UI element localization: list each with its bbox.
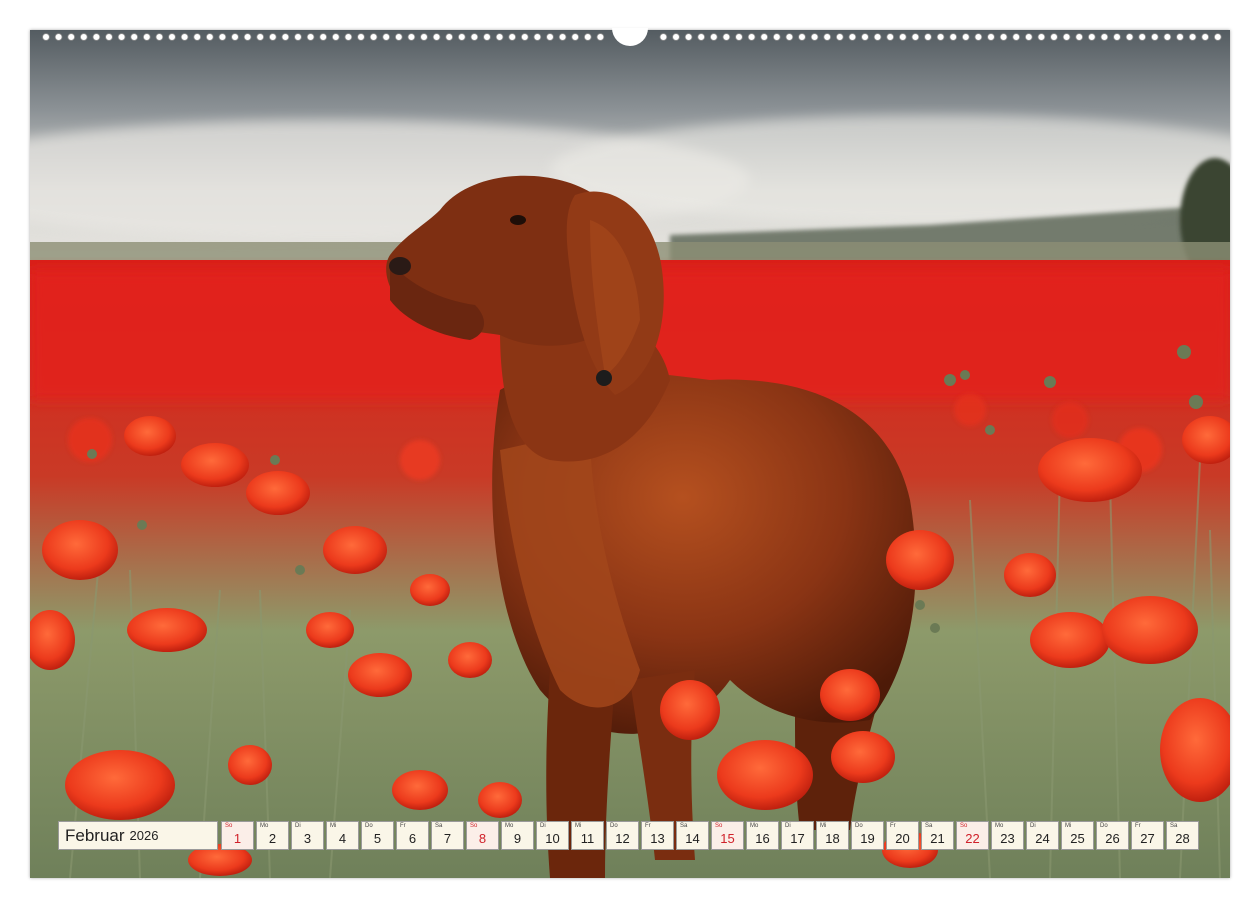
day-cell: Sa 14 (676, 821, 709, 850)
day-number: 14 (685, 831, 700, 846)
day-of-week: Di (295, 823, 301, 829)
day-number: 8 (478, 831, 487, 846)
day-cell: Do 5 (361, 821, 394, 850)
day-of-week: So (470, 823, 478, 829)
day-of-week: So (715, 823, 723, 829)
day-number: 26 (1105, 831, 1120, 846)
day-of-week: Fr (1135, 823, 1141, 829)
day-number: 24 (1035, 831, 1050, 846)
day-number: 17 (790, 831, 805, 846)
day-of-week: Mo (505, 823, 514, 829)
day-number: 21 (930, 831, 945, 846)
day-of-week: Fr (645, 823, 651, 829)
day-number: 18 (825, 831, 840, 846)
day-cell: Mo 16 (746, 821, 779, 850)
day-cell: Fr 6 (396, 821, 429, 850)
day-of-week: So (960, 823, 968, 829)
month-name: Februar (65, 825, 125, 845)
day-cell: So 8 (466, 821, 499, 850)
day-cell: Mi 4 (326, 821, 359, 850)
day-of-week: Do (855, 823, 863, 829)
day-cell: So 22 (956, 821, 989, 850)
day-number: 25 (1070, 831, 1085, 846)
day-cell: Mi 11 (571, 821, 604, 850)
day-of-week: Di (540, 823, 546, 829)
day-number: 22 (965, 831, 980, 846)
day-number: 6 (408, 831, 417, 846)
day-number: 7 (443, 831, 452, 846)
day-of-week: Mi (820, 823, 827, 829)
day-number: 16 (755, 831, 770, 846)
day-of-week: Mo (750, 823, 759, 829)
day-of-week: So (225, 823, 233, 829)
day-cell: Mi 25 (1061, 821, 1094, 850)
day-cell: Do 26 (1096, 821, 1129, 850)
day-number: 9 (513, 831, 522, 846)
calendar-photo (30, 30, 1230, 878)
day-of-week: Do (365, 823, 373, 829)
day-of-week: Di (1030, 823, 1036, 829)
day-number: 10 (545, 831, 560, 846)
day-cell: Di 10 (536, 821, 569, 850)
day-cell: Do 12 (606, 821, 639, 850)
day-of-week: Do (1100, 823, 1108, 829)
month-year: 2026 (129, 828, 159, 843)
day-of-week: Mo (995, 823, 1004, 829)
day-cell: Di 3 (291, 821, 324, 850)
day-of-week: Di (785, 823, 791, 829)
day-number: 15 (720, 831, 735, 846)
day-of-week: Do (610, 823, 618, 829)
day-of-week: Mi (575, 823, 582, 829)
day-cell: Sa 21 (921, 821, 954, 850)
day-cell: Do 19 (851, 821, 884, 850)
day-number: 12 (615, 831, 630, 846)
day-of-week: Mi (330, 823, 337, 829)
day-number: 5 (373, 831, 382, 846)
day-cell: Fr 13 (641, 821, 674, 850)
day-of-week: Fr (400, 823, 406, 829)
day-cells: So 1 Mo 2 Di 3 Mi 4 Do 5 Fr 6 Sa 7 So 8 Mo 9 Di 10 Mi 11 Do 12 F… (221, 821, 1199, 850)
day-cell: Mi 18 (816, 821, 849, 850)
day-of-week: Mi (1065, 823, 1072, 829)
day-number: 27 (1140, 831, 1155, 846)
day-cell: Sa 28 (1166, 821, 1199, 850)
day-cell: So 15 (711, 821, 744, 850)
day-number: 11 (580, 831, 595, 846)
day-cell: Fr 27 (1131, 821, 1164, 850)
day-number: 13 (650, 831, 665, 846)
day-of-week: Mo (260, 823, 269, 829)
day-number: 1 (233, 831, 242, 846)
calendar-strip: Februar 2026 So 1 Mo 2 Di 3 Mi 4 Do 5 Fr 6 Sa 7 So 8 Mo 9… (58, 821, 1199, 850)
day-of-week: Sa (925, 823, 933, 829)
day-number: 23 (1000, 831, 1015, 846)
day-of-week: Fr (890, 823, 896, 829)
day-number: 3 (303, 831, 312, 846)
month-label: Februar 2026 (58, 821, 218, 850)
day-cell: Mo 23 (991, 821, 1024, 850)
day-cell: Mo 2 (256, 821, 289, 850)
day-number: 4 (338, 831, 347, 846)
day-cell: Mo 9 (501, 821, 534, 850)
day-of-week: Sa (435, 823, 443, 829)
day-of-week: Sa (1170, 823, 1178, 829)
day-cell: Fr 20 (886, 821, 919, 850)
day-cell: So 1 (221, 821, 254, 850)
day-cell: Sa 7 (431, 821, 464, 850)
day-number: 28 (1175, 831, 1190, 846)
day-number: 19 (860, 831, 875, 846)
day-cell: Di 24 (1026, 821, 1059, 850)
day-number: 20 (895, 831, 910, 846)
day-number: 2 (268, 831, 277, 846)
day-of-week: Sa (680, 823, 688, 829)
photo-scene (30, 30, 1230, 878)
day-cell: Di 17 (781, 821, 814, 850)
